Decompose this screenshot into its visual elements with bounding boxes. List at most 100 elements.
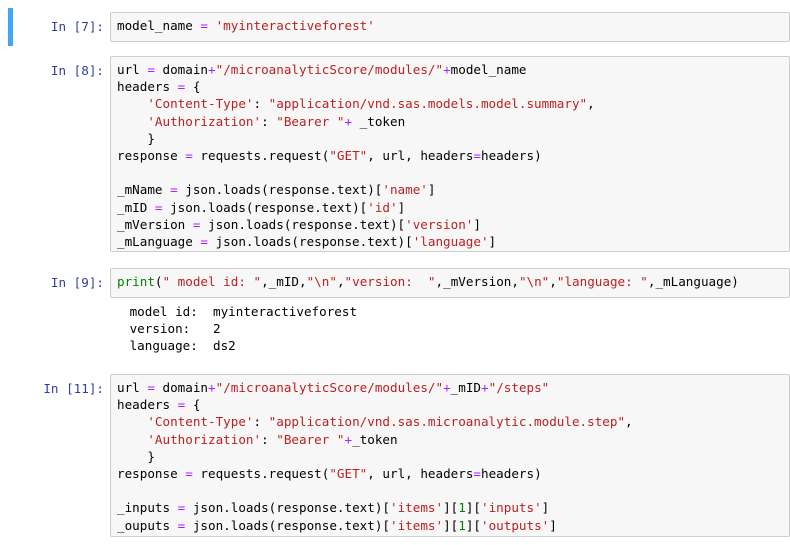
code-token: } <box>117 448 155 464</box>
code-token: url <box>117 62 148 77</box>
code-token: 'Authorization' <box>147 431 262 447</box>
code-token: json.loads(response.text)[ <box>162 199 368 215</box>
code-token: ] <box>488 233 497 249</box>
code-token: json.loads(response.text)[ <box>185 517 390 533</box>
code-token: = <box>473 465 481 481</box>
code-token: = <box>200 18 208 33</box>
code-token: "\n" <box>518 274 550 289</box>
cell-prompt: In [11]: <box>43 381 104 396</box>
code-line: } <box>117 130 783 147</box>
code-token: _mVersion <box>117 216 193 232</box>
code-token: : <box>253 96 269 112</box>
output-line: model id: myinteractiveforest <box>122 304 358 319</box>
code-token: 'version' <box>405 216 474 232</box>
code-token: , url, headers <box>367 147 474 163</box>
code-line: } <box>117 448 783 465</box>
notebook-cell-7[interactable]: In [7]: model_name = 'myinteractivefores… <box>8 8 790 46</box>
code-line: 'Content-Type': "application/vnd.sas.mic… <box>117 413 783 430</box>
code-line: url = domain+"/microanalyticScore/module… <box>117 379 783 396</box>
code-token: + <box>443 380 451 395</box>
code-token: model_name <box>450 62 527 77</box>
code-token: = <box>185 147 193 163</box>
code-token: url <box>117 380 148 395</box>
code-token: ,_mID, <box>261 274 307 289</box>
code-token: "/microanalyticScore/modules/" <box>215 380 444 395</box>
code-token: + <box>208 62 216 77</box>
code-token: = <box>473 147 481 163</box>
code-token: + <box>344 113 353 129</box>
code-line: _ouputs = json.loads(response.text)['ite… <box>117 517 783 534</box>
code-token: "Bearer " <box>276 431 345 447</box>
cell-prompt: In [7]: <box>50 19 104 34</box>
code-token: _mName <box>117 182 171 198</box>
code-line: _mName = json.loads(response.text)['name… <box>117 181 783 198</box>
code-token: 'myinteractiveforest' <box>215 18 375 33</box>
code-token: " model id: " <box>162 274 262 289</box>
code-token: 'name' <box>382 182 428 198</box>
code-input-area[interactable]: url = domain+"/microanalyticScore/module… <box>110 374 790 537</box>
code-token: "version: " <box>344 274 436 289</box>
code-token: ,_mLanguage) <box>647 274 739 289</box>
code-token: + <box>344 431 353 447</box>
code-token: : <box>253 414 269 430</box>
code-token: 'Content-Type' <box>147 96 254 112</box>
code-token: 'Authorization' <box>147 113 262 129</box>
code-token: ][ <box>465 500 481 516</box>
code-token: "Bearer " <box>276 113 345 129</box>
code-token: _ouputs <box>117 517 178 533</box>
code-token: : <box>261 113 277 129</box>
code-token: ][ <box>443 517 459 533</box>
code-line: _mLanguage = json.loads(response.text)['… <box>117 233 783 250</box>
code-token: _token <box>352 113 406 129</box>
code-input-area[interactable]: url = domain+"/microanalyticScore/module… <box>110 56 790 252</box>
code-token: domain <box>154 62 209 77</box>
code-token: headers <box>117 397 178 413</box>
code-token: = <box>185 465 193 481</box>
code-line: 'Authorization': "Bearer "+_token <box>117 431 783 448</box>
code-token: headers <box>117 79 178 95</box>
code-token: print <box>117 274 155 289</box>
code-line: response = requests.request("GET", url, … <box>117 465 783 482</box>
code-token: "/microanalyticScore/modules/" <box>215 62 444 77</box>
code-token: "GET" <box>329 465 368 481</box>
code-token: + <box>481 380 489 395</box>
code-input-area[interactable]: print(" model id: ",_mID,"\n","version: … <box>110 268 790 298</box>
code-token: , <box>549 274 557 289</box>
code-token: 'items' <box>389 517 444 533</box>
notebook-cell-8[interactable]: In [8]: url = domain+"/microanalyticScor… <box>8 56 790 254</box>
code-token: requests.request( <box>192 147 330 163</box>
code-token: 'inputs' <box>481 500 542 516</box>
code-token: 'outputs' <box>481 517 550 533</box>
code-token: ] <box>549 517 557 533</box>
notebook-cell-9[interactable]: In [9]: print(" model id: ",_mID,"\n","v… <box>8 268 790 368</box>
code-token: ] <box>473 216 481 232</box>
cell-prompt: In [9]: <box>50 275 104 290</box>
code-line: _mVersion = json.loads(response.text)['v… <box>117 216 783 233</box>
code-token: , <box>336 274 345 289</box>
code-token: { <box>185 79 201 95</box>
code-token: "/steps" <box>488 380 550 395</box>
code-input-area[interactable]: model_name = 'myinteractiveforest' <box>110 12 790 42</box>
code-token: 1 <box>458 517 466 533</box>
code-token: requests.request( <box>192 465 330 481</box>
code-token: + <box>443 62 451 77</box>
code-token: ] <box>397 199 406 215</box>
code-token: : <box>261 431 277 447</box>
code-token: "application/vnd.sas.models.model.summar… <box>268 96 588 112</box>
code-token: 'Content-Type' <box>147 414 254 430</box>
code-token: = <box>200 233 208 249</box>
code-token: + <box>208 380 216 395</box>
notebook-cell-11[interactable]: In [11]: url = domain+"/microanalyticSco… <box>8 374 790 538</box>
code-token: _mLanguage <box>117 233 201 249</box>
code-token: , <box>587 96 595 112</box>
code-token: headers) <box>481 147 542 163</box>
cell-output: model id: myinteractiveforest version: 2… <box>122 303 790 355</box>
code-token: _mID <box>117 199 155 215</box>
cell-prompt: In [8]: <box>50 63 104 78</box>
code-line: _inputs = json.loads(response.text)['ite… <box>117 499 783 516</box>
code-token: ] <box>427 182 436 198</box>
